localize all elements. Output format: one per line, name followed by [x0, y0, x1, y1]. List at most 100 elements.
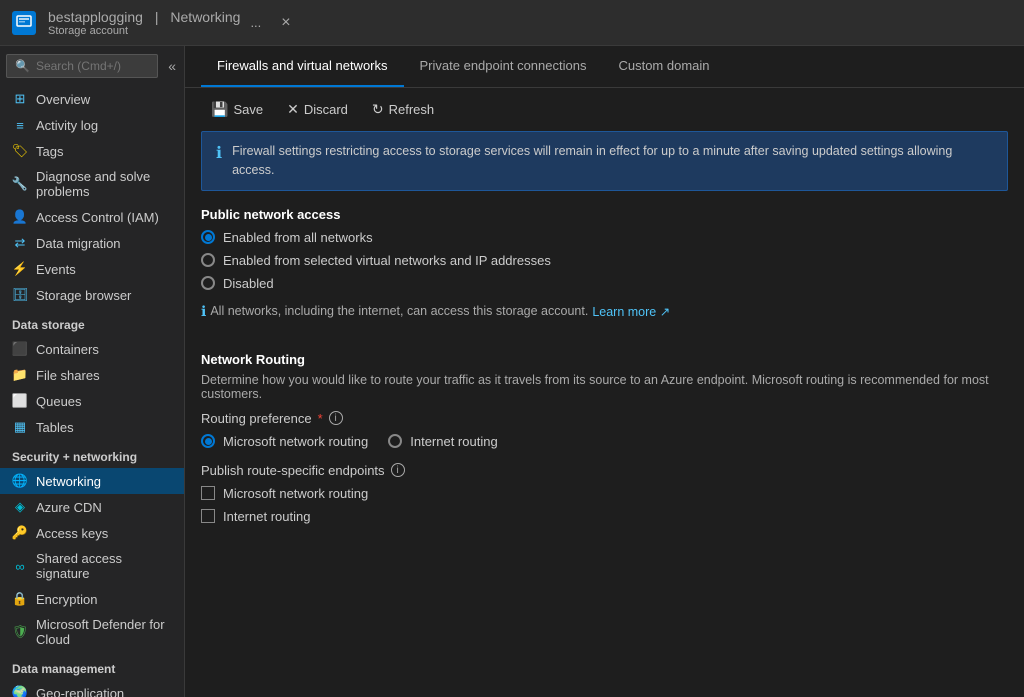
sidebar-item-label: Diagnose and solve problems: [36, 169, 172, 199]
info-banner-text: Firewall settings restricting access to …: [232, 142, 993, 180]
window-subtitle: Storage account: [48, 25, 244, 37]
search-box[interactable]: 🔍: [6, 54, 158, 78]
sidebar-item-file-shares[interactable]: 📁 File shares: [0, 362, 184, 388]
public-network-info: ℹ All networks, including the internet, …: [201, 303, 1008, 320]
radio-enabled-selected-label: Enabled from selected virtual networks a…: [223, 253, 551, 268]
sidebar-item-label: Storage browser: [36, 288, 131, 303]
radio-microsoft-routing-label: Microsoft network routing: [223, 434, 368, 449]
table-icon: ▦: [12, 419, 28, 435]
sidebar: 🔍 « ⊞ Overview ≡ Activity log 🏷 Tags 🔧 D…: [0, 46, 185, 697]
sidebar-item-defender[interactable]: 🛡 Microsoft Defender for Cloud: [0, 612, 184, 652]
person-icon: 👤: [12, 209, 28, 225]
discard-button[interactable]: ✕ Discard: [277, 96, 358, 123]
sidebar-item-label: File shares: [36, 368, 100, 383]
radio-internet-routing-input[interactable]: [388, 434, 402, 448]
list-icon: ≡: [12, 117, 28, 133]
routing-preference-label: Routing preference * i: [201, 411, 1008, 426]
radio-disabled[interactable]: Disabled: [201, 276, 1008, 291]
save-button[interactable]: 💾 Save: [201, 96, 273, 123]
radio-enabled-selected-input[interactable]: [201, 253, 215, 267]
sidebar-item-access-control[interactable]: 👤 Access Control (IAM): [0, 204, 184, 230]
radio-enabled-selected[interactable]: Enabled from selected virtual networks a…: [201, 253, 1008, 268]
title-bar: bestapplogging | Networking Storage acco…: [0, 0, 1024, 46]
checkbox-internet-routing[interactable]: Internet routing: [201, 509, 1008, 524]
routing-options: Microsoft network routing Internet routi…: [201, 434, 1008, 449]
sidebar-item-tables[interactable]: ▦ Tables: [0, 414, 184, 440]
tab-firewalls[interactable]: Firewalls and virtual networks: [201, 46, 404, 87]
network-routing-title: Network Routing: [201, 352, 1008, 367]
sidebar-item-tags[interactable]: 🏷 Tags: [0, 138, 184, 164]
radio-microsoft-routing[interactable]: Microsoft network routing: [201, 434, 368, 449]
shield-icon: 🛡: [12, 624, 28, 640]
publish-info-icon[interactable]: i: [391, 463, 405, 477]
section-data-storage: Data storage: [0, 308, 184, 336]
radio-microsoft-routing-input[interactable]: [201, 434, 215, 448]
sidebar-item-overview[interactable]: ⊞ Overview: [0, 86, 184, 112]
collapse-sidebar-button[interactable]: «: [164, 54, 180, 78]
sidebar-item-data-migration[interactable]: ⇄ Data migration: [0, 230, 184, 256]
radio-enabled-all[interactable]: Enabled from all networks: [201, 230, 1008, 245]
learn-more-link[interactable]: Learn more ↗: [592, 304, 670, 319]
sidebar-item-networking[interactable]: 🌐 Networking: [0, 468, 184, 494]
sidebar-item-storage-browser[interactable]: 🗄 Storage browser: [0, 282, 184, 308]
globe-icon: 🌍: [12, 685, 28, 697]
sidebar-item-label: Overview: [36, 92, 90, 107]
grid-icon: ⊞: [12, 91, 28, 107]
public-network-access-section: Public network access Enabled from all n…: [185, 207, 1024, 352]
sidebar-item-access-keys[interactable]: 🔑 Access keys: [0, 520, 184, 546]
sidebar-item-label: Shared access signature: [36, 551, 172, 581]
required-star: *: [318, 411, 323, 426]
main-layout: 🔍 « ⊞ Overview ≡ Activity log 🏷 Tags 🔧 D…: [0, 46, 1024, 697]
content-area: Firewalls and virtual networks Private e…: [185, 46, 1024, 697]
sidebar-item-label: Encryption: [36, 592, 97, 607]
tabs-header: Firewalls and virtual networks Private e…: [185, 46, 1024, 88]
sidebar-item-label: Tags: [36, 144, 63, 159]
cdn-icon: ◈: [12, 499, 28, 515]
app-icon: [12, 11, 36, 35]
ellipsis-button[interactable]: ...: [244, 13, 267, 32]
checkbox-microsoft-routing-input[interactable]: [201, 486, 215, 500]
search-icon: 🔍: [15, 59, 30, 73]
tab-custom-domain[interactable]: Custom domain: [602, 46, 725, 87]
sidebar-item-label: Activity log: [36, 118, 98, 133]
lock-icon: 🔒: [12, 591, 28, 607]
routing-info-icon[interactable]: i: [329, 411, 343, 425]
toolbar: 💾 Save ✕ Discard ↻ Refresh: [185, 88, 1024, 131]
radio-disabled-input[interactable]: [201, 276, 215, 290]
sidebar-item-queues[interactable]: ⬜ Queues: [0, 388, 184, 414]
title-bar-actions: ... ×: [244, 12, 296, 34]
window-title: bestapplogging | Networking: [44, 9, 244, 25]
tab-private-endpoint[interactable]: Private endpoint connections: [404, 46, 603, 87]
network-routing-description: Determine how you would like to route yo…: [201, 373, 1008, 401]
radio-enabled-all-label: Enabled from all networks: [223, 230, 373, 245]
sidebar-item-geo-replication[interactable]: 🌍 Geo-replication: [0, 680, 184, 697]
section-security-networking: Security + networking: [0, 440, 184, 468]
section-data-management: Data management: [0, 652, 184, 680]
sidebar-item-containers[interactable]: ⬛ Containers: [0, 336, 184, 362]
checkbox-microsoft-routing[interactable]: Microsoft network routing: [201, 486, 1008, 501]
wrench-icon: 🔧: [12, 176, 28, 192]
sidebar-item-label: Tables: [36, 420, 74, 435]
cube-icon: ⬛: [12, 341, 28, 357]
sidebar-item-events[interactable]: ⚡ Events: [0, 256, 184, 282]
queue-icon: ⬜: [12, 393, 28, 409]
radio-disabled-label: Disabled: [223, 276, 274, 291]
radio-internet-routing[interactable]: Internet routing: [388, 434, 497, 449]
sidebar-item-diagnose[interactable]: 🔧 Diagnose and solve problems: [0, 164, 184, 204]
sidebar-item-label: Access keys: [36, 526, 108, 541]
sidebar-item-label: Networking: [36, 474, 101, 489]
sidebar-item-label: Events: [36, 262, 76, 277]
refresh-button[interactable]: ↻ Refresh: [362, 96, 444, 123]
search-input[interactable]: [36, 59, 149, 73]
sidebar-item-label: Data migration: [36, 236, 121, 251]
radio-enabled-all-input[interactable]: [201, 230, 215, 244]
sidebar-item-encryption[interactable]: 🔒 Encryption: [0, 586, 184, 612]
sidebar-item-azure-cdn[interactable]: ◈ Azure CDN: [0, 494, 184, 520]
save-icon: 💾: [211, 101, 228, 118]
info-banner-icon: ℹ: [216, 143, 222, 163]
close-button[interactable]: ×: [275, 12, 296, 34]
checkbox-internet-routing-input[interactable]: [201, 509, 215, 523]
storage-browser-icon: 🗄: [12, 287, 28, 303]
sidebar-item-activity-log[interactable]: ≡ Activity log: [0, 112, 184, 138]
sidebar-item-shared-access[interactable]: ∞ Shared access signature: [0, 546, 184, 586]
